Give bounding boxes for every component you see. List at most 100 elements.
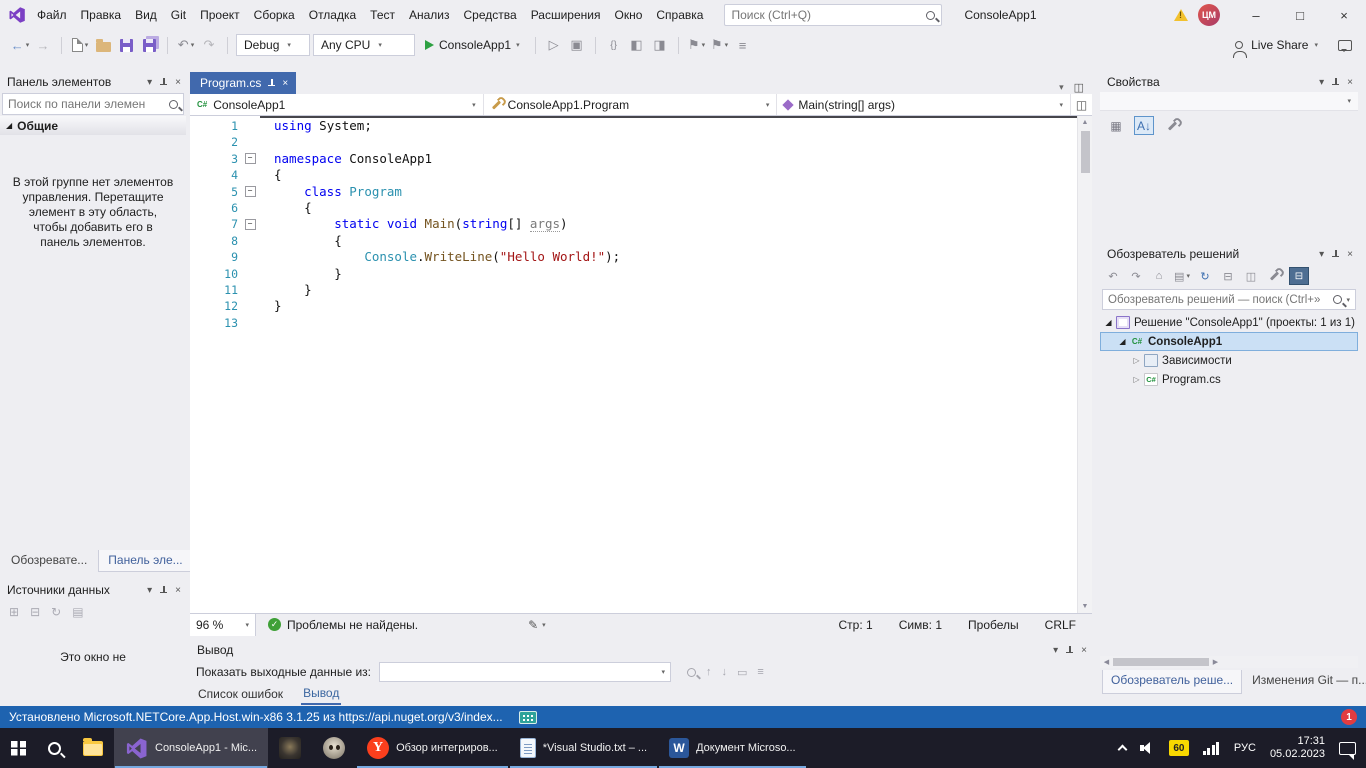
start-without-debugging-icon[interactable]: ▷ (544, 34, 564, 56)
output-source-dropdown[interactable]: ▾ (379, 662, 671, 682)
solution-search-box[interactable]: ▾ (1102, 289, 1356, 310)
next-bookmark-icon[interactable]: ⚑▾ (710, 34, 730, 56)
close-icon[interactable]: × (1081, 645, 1087, 656)
save-icon[interactable] (116, 34, 136, 56)
taskbar-app-visual-studio[interactable]: ConsoleApp1 - Mic... (114, 728, 268, 768)
battery-indicator[interactable]: 60 (1169, 740, 1189, 756)
back-icon[interactable]: ↶ (1105, 267, 1121, 285)
code-line[interactable]: 8 { (190, 233, 1077, 249)
notifications-warning-icon[interactable] (1174, 9, 1188, 21)
tab-git-changes[interactable]: Изменения Git — п... (1244, 670, 1366, 694)
pin-icon[interactable] (160, 78, 167, 87)
add-data-source-icon[interactable]: ⊞ (9, 605, 19, 619)
taskbar-app-yandex-browser[interactable]: YОбзор интегриров... (356, 728, 509, 768)
taskbar-app-word[interactable]: WДокумент Microso... (658, 728, 807, 768)
save-all-icon[interactable] (139, 34, 159, 56)
toolbox-search-box[interactable] (2, 93, 184, 115)
tab-list-chevron-icon[interactable]: ▾ (1059, 82, 1064, 93)
spaces-indicator[interactable]: Пробелы (968, 618, 1019, 632)
code-line[interactable]: 7 static void Main(string[] args) (190, 216, 1077, 232)
action-center-icon[interactable] (1339, 742, 1356, 755)
scroll-right-icon[interactable]: ▶ (1209, 658, 1222, 666)
language-indicator[interactable]: РУС (1234, 742, 1256, 754)
close-icon[interactable]: × (175, 585, 181, 596)
document-tab-program-cs[interactable]: Program.cs × (190, 72, 296, 94)
user-avatar[interactable]: ЦМ (1198, 4, 1220, 26)
panel-menu-icon[interactable]: ▾ (1319, 249, 1324, 260)
search-options-chevron-icon[interactable]: ▾ (1346, 296, 1350, 304)
outlining-icon[interactable]: ≡ (733, 34, 753, 56)
code-line[interactable]: 6 { (190, 200, 1077, 216)
toggle-bookmark-icon[interactable]: ⚑▾ (687, 34, 707, 56)
find-message-icon[interactable] (687, 668, 696, 677)
configure-data-source-icon[interactable]: ▤ (72, 605, 83, 619)
menu-item[interactable]: Окно (607, 0, 649, 30)
code-line[interactable]: 2 (190, 134, 1077, 150)
nest-files-icon[interactable]: ⊟ (1220, 267, 1236, 285)
clock[interactable]: 17:31 05.02.2023 (1270, 735, 1325, 761)
taskbar-app-app1[interactable] (268, 728, 312, 768)
maximize-button[interactable]: □ (1278, 0, 1322, 30)
next-message-icon[interactable]: ↓ (721, 666, 727, 678)
tree-expander-icon[interactable]: ◢ (1116, 337, 1129, 346)
edit-mode-dropdown[interactable]: ✎▾ (528, 618, 546, 632)
menu-item[interactable]: Справка (649, 0, 710, 30)
menu-item[interactable]: Вид (128, 0, 164, 30)
minimize-button[interactable]: – (1234, 0, 1278, 30)
taskbar-app-explorer[interactable] (72, 728, 114, 768)
close-icon[interactable]: × (1347, 77, 1353, 88)
tray-expand-chevron-icon[interactable] (1117, 745, 1127, 755)
feedback-icon[interactable] (1338, 40, 1352, 51)
clear-all-icon[interactable]: ▭ (737, 666, 747, 679)
taskbar-app-search[interactable] (37, 728, 72, 768)
tree-item[interactable]: ◢Решение "ConsoleApp1" (проекты: 1 из 1) (1100, 313, 1358, 332)
menu-item[interactable]: Файл (30, 0, 74, 30)
menu-item[interactable]: Правка (74, 0, 129, 30)
start-debugging-button[interactable]: ConsoleApp1 ▾ (418, 34, 527, 56)
properties-header[interactable]: Свойства ▾× (1100, 72, 1358, 92)
tree-expander-icon[interactable]: ▷ (1130, 356, 1143, 365)
member-dropdown[interactable]: Main(string[] args) ▾ (777, 94, 1070, 115)
fold-collapse-icon[interactable] (240, 151, 260, 167)
float-window-icon[interactable]: ◫ (1074, 81, 1084, 94)
tree-expander-icon[interactable]: ▷ (1130, 375, 1143, 384)
taskbar-app-start[interactable] (0, 728, 37, 768)
scroll-down-icon[interactable]: ▼ (1082, 600, 1089, 613)
comment-icon[interactable]: ◧ (627, 34, 647, 56)
pin-icon[interactable] (1332, 78, 1339, 87)
panel-menu-icon[interactable]: ▾ (1053, 645, 1058, 656)
line-ending-indicator[interactable]: CRLF (1045, 618, 1076, 632)
taskbar-app-notepad[interactable]: *Visual Studio.txt – ... (509, 728, 658, 768)
solution-platform-dropdown[interactable]: Any CPU▾ (313, 34, 415, 56)
code-line[interactable]: 1using System; (190, 118, 1077, 134)
solution-configuration-dropdown[interactable]: Debug▾ (236, 34, 310, 56)
collapse-all-icon[interactable]: ⊟ (1289, 267, 1309, 285)
code-line[interactable]: 4{ (190, 167, 1077, 183)
menu-item[interactable]: Тест (363, 0, 402, 30)
open-file-icon[interactable] (93, 34, 113, 56)
editor-vertical-scrollbar[interactable]: ▲ ▼ (1077, 116, 1092, 613)
code-editor[interactable]: 1using System;23namespace ConsoleApp14{5… (190, 116, 1092, 613)
panel-menu-icon[interactable]: ▾ (147, 77, 152, 88)
performance-profiler-icon[interactable]: ▣ (567, 34, 587, 56)
volume-icon[interactable] (1140, 742, 1155, 754)
code-line[interactable]: 13 (190, 315, 1077, 331)
network-icon[interactable] (1203, 742, 1220, 755)
scroll-left-icon[interactable]: ◀ (1100, 658, 1113, 666)
panel-menu-icon[interactable]: ▾ (147, 585, 152, 596)
navigate-back-icon[interactable]: ←▾ (10, 34, 30, 56)
toolbox-section-general[interactable]: ◢ Общие (0, 116, 186, 135)
output-header[interactable]: Вывод ▾× (190, 640, 1092, 660)
previous-message-icon[interactable]: ↑ (706, 666, 712, 678)
properties-wrench-icon[interactable] (1266, 267, 1282, 285)
pin-icon[interactable] (160, 586, 167, 595)
property-pages-icon[interactable] (1162, 116, 1182, 135)
scroll-up-icon[interactable]: ▲ (1082, 116, 1089, 129)
project-dropdown[interactable]: C# ConsoleApp1 ▾ (190, 94, 484, 115)
code-health-indicator[interactable]: ✓ Проблемы не найдены. (268, 618, 418, 632)
menu-item[interactable]: Средства (457, 0, 524, 30)
code-line[interactable]: 11 } (190, 282, 1077, 298)
menu-item[interactable]: Сборка (247, 0, 302, 30)
quick-search-input[interactable] (731, 8, 922, 22)
code-line[interactable]: 3namespace ConsoleApp1 (190, 151, 1077, 167)
